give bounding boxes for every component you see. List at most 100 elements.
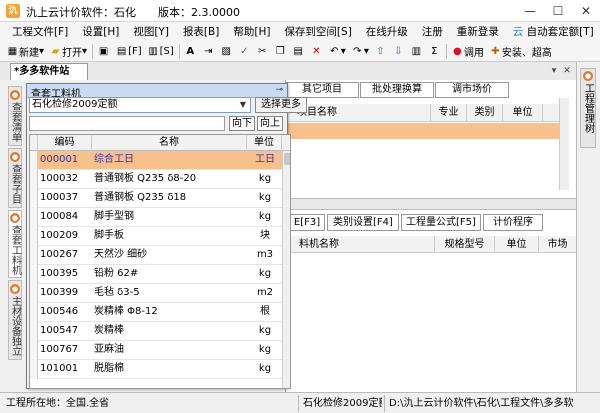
row-header[interactable] — [30, 227, 38, 246]
sum-button[interactable]: Σ — [426, 43, 443, 60]
column-header-unit[interactable]: 单位 — [247, 135, 282, 151]
menu-reports[interactable]: 报表[B] — [183, 24, 219, 39]
tab-batch-convert[interactable]: 批处理换算 — [360, 82, 434, 98]
row-header[interactable] — [30, 246, 38, 265]
paste-button[interactable]: ▤ — [290, 43, 307, 60]
cut-button[interactable]: ✂ — [254, 43, 271, 60]
column-header[interactable]: 料机名称 — [285, 236, 435, 253]
menu-register[interactable]: 注册 — [422, 24, 443, 39]
table-row[interactable]: 100767 亚麻油 kg — [30, 341, 290, 360]
maximize-button[interactable]: ☐ — [544, 0, 572, 22]
redo-button[interactable]: ↷ ▾ — [349, 43, 371, 60]
minimize-button[interactable]: — — [516, 0, 544, 22]
open-folder-icon: ▰ — [51, 45, 60, 57]
column-header[interactable]: 单位 — [495, 236, 539, 253]
close-button[interactable]: ✕ — [572, 0, 600, 22]
vtab-query-subitem[interactable]: ● 查套子目 — [8, 148, 22, 208]
upper-scrollbar[interactable] — [559, 98, 569, 190]
column-header[interactable]: 规格型号 — [435, 236, 495, 253]
material-grid: 编码 名称 单位 000001 综合工日 工日 100032 普通钢板 Q235 δ8-… — [29, 134, 291, 389]
table-row[interactable]: 100032 普通钢板 Q235 δ8-20 kg — [30, 170, 290, 189]
table-row[interactable]: 101001 脱脂棉 kg — [30, 360, 290, 379]
upper-grid-selected-row[interactable] — [285, 123, 568, 139]
table-row[interactable]: 100037 普通钢板 Q235 δ18 kg — [30, 189, 290, 208]
splitter[interactable] — [285, 198, 576, 210]
tab-f3[interactable]: E[F3] — [289, 214, 325, 231]
menu-view[interactable]: 视图[Y] — [133, 24, 169, 39]
copy-button[interactable]: ❐ — [272, 43, 289, 60]
row-header[interactable] — [30, 360, 38, 379]
menu-save-to-space[interactable]: 保存到空间[S] — [284, 24, 351, 39]
vtab-main-material[interactable]: ● 主材设备独立 — [8, 280, 22, 360]
menu-relogin[interactable]: 重新登录 — [457, 24, 499, 39]
next-button[interactable]: 向上 — [257, 116, 283, 131]
tab-other-items[interactable]: 其它项目 — [285, 82, 359, 98]
scrollbar-thumb[interactable] — [284, 153, 290, 165]
tab-quantity-formula[interactable]: 工程量公式[F5] — [401, 214, 481, 231]
table-row[interactable]: 100209 脚手板 块 — [30, 227, 290, 246]
table-row[interactable]: 100084 脚手型钢 kg — [30, 208, 290, 227]
tab-list-icon[interactable]: ▾ — [548, 65, 560, 77]
prev-button[interactable]: 向下 — [229, 116, 255, 131]
table-row[interactable]: 100399 毛毡 δ3-5 m2 — [30, 284, 290, 303]
up-button[interactable]: ⇧ — [372, 43, 389, 60]
tab-market-price[interactable]: 调市场价 — [435, 82, 509, 98]
table-row[interactable]: 100267 天然沙 细砂 m3 — [30, 246, 290, 265]
select-more-button[interactable]: 选择更多 — [255, 97, 307, 113]
row-header[interactable] — [30, 151, 38, 170]
document-tab[interactable]: *多多软件站 — [10, 63, 88, 80]
font-button[interactable]: A — [182, 43, 199, 60]
text-button[interactable]: ⇥ — [200, 43, 217, 60]
vtab-query-material[interactable]: ● 查套工料机 — [8, 210, 22, 278]
vtab-project-tree[interactable]: ● 工程管理树 — [580, 68, 596, 148]
row-header[interactable] — [30, 284, 38, 303]
chevron-down-icon[interactable]: ▼ — [236, 98, 250, 112]
tab-pricing-procedure[interactable]: 计价程序 — [483, 214, 543, 231]
table-row[interactable]: 100546 炭精棒 Φ8-12 根 — [30, 303, 290, 322]
delete-button[interactable]: ✕ — [308, 43, 325, 60]
menu-online-upgrade[interactable]: 在线升级 — [366, 24, 408, 39]
cell-code: 100209 — [40, 230, 79, 241]
call-button[interactable]: ● 调用 — [449, 43, 486, 60]
grid-scrollbar[interactable] — [282, 151, 290, 388]
menu-settings[interactable]: 设置[H] — [82, 24, 119, 39]
f-button[interactable]: ▤ [F] — [113, 43, 144, 60]
undo-button[interactable]: ↶ ▾ — [326, 43, 348, 60]
new-button[interactable]: ▦ 新建 ▾ — [4, 43, 46, 60]
table-row[interactable]: 100395 铅粉 62# kg — [30, 265, 290, 284]
quota-select[interactable]: 石化检修2009定额 ▼ — [29, 97, 251, 113]
row-header[interactable] — [30, 303, 38, 322]
pin-icon[interactable]: ⊸ — [275, 85, 283, 95]
table-row[interactable]: 000001 综合工日 工日 — [30, 151, 290, 170]
layout-button[interactable]: ▧ — [218, 43, 235, 60]
row-header[interactable] — [30, 341, 38, 360]
filter-input[interactable] — [29, 116, 225, 131]
column-header[interactable]: 专业 — [431, 104, 467, 122]
tab-close-icon[interactable]: ✕ — [561, 65, 573, 77]
column-header[interactable]: 单位 — [503, 104, 543, 122]
column-header[interactable]: 市场 — [539, 236, 576, 253]
menu-project-file[interactable]: 工程文件[F] — [12, 24, 68, 39]
row-header[interactable] — [30, 208, 38, 227]
column-header[interactable]: 类别 — [467, 104, 503, 122]
chart-button[interactable]: ▥ — [408, 43, 425, 60]
row-header[interactable] — [30, 189, 38, 208]
export-icon: ▥ — [148, 45, 158, 57]
row-header[interactable] — [30, 322, 38, 341]
dialog-header[interactable]: 查套工料机 ⊸ — [27, 84, 287, 100]
tab-category-settings[interactable]: 类别设置[F4] — [327, 214, 399, 231]
install-button[interactable]: ✚ 安装、超高 — [487, 43, 554, 60]
column-header-name[interactable]: 名称 — [92, 135, 247, 151]
open-button[interactable]: ▰ 打开 ▾ — [47, 43, 89, 60]
vtab-query-list[interactable]: ● 查套清单 — [8, 86, 22, 146]
save-button[interactable]: ▣ — [95, 43, 112, 60]
s-button[interactable]: ▥ [S] — [145, 43, 176, 60]
down-button[interactable]: ⇩ — [390, 43, 407, 60]
row-header[interactable] — [30, 265, 38, 284]
row-header[interactable] — [30, 170, 38, 189]
menu-help[interactable]: 帮助[H] — [233, 24, 270, 39]
check-button[interactable]: ✓ — [236, 43, 253, 60]
menu-auto-quota[interactable]: 云 自动套定额[T] — [513, 24, 594, 39]
table-row[interactable]: 100547 炭精棒 kg — [30, 322, 290, 341]
column-header-code[interactable]: 编码 — [38, 135, 92, 151]
